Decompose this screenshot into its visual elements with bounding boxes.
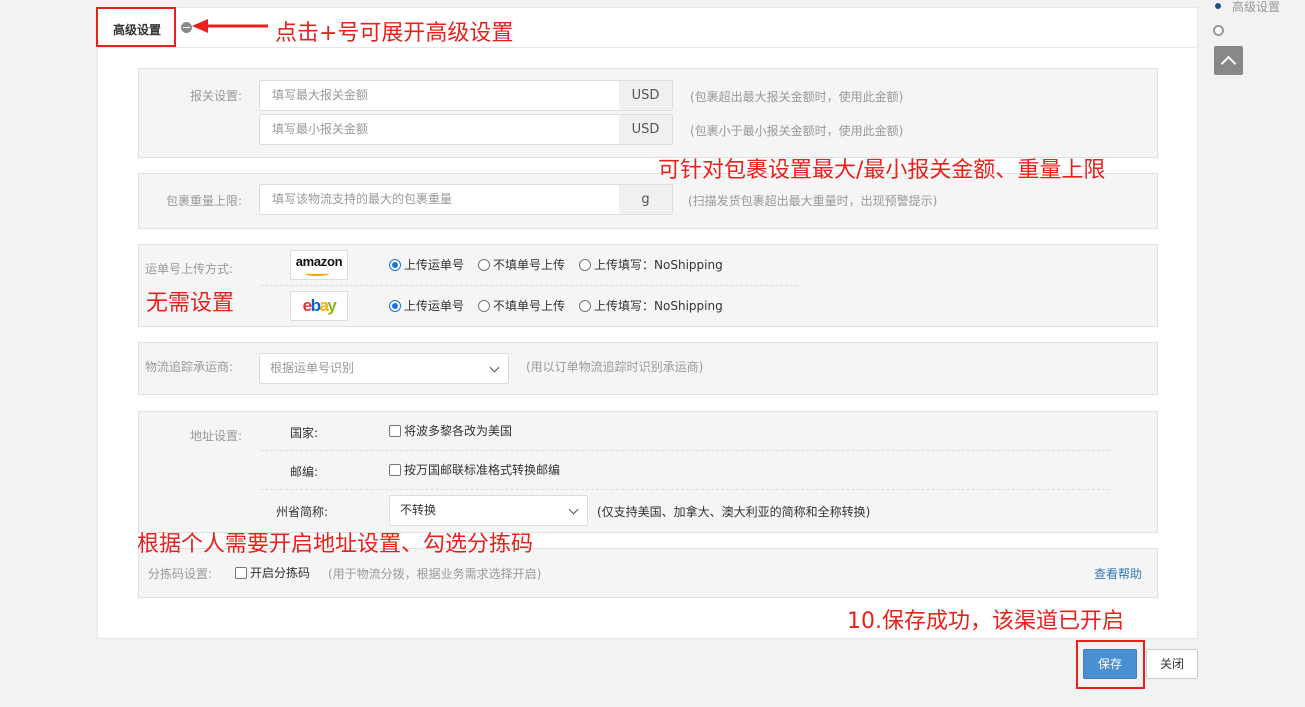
annotation-no-setup: 无需设置 [146,291,235,316]
weight-label: 包裹重量上限: [165,194,242,208]
min-currency-addon: USD [619,114,673,145]
annotation-saved: 10.保存成功，该渠道已开启 [847,609,1124,634]
amazon-logo: amazon [290,250,348,280]
state-select-value: 不转换 [400,503,437,517]
weight-hint: (扫描发货包裹超出最大重量时，出现预警提示) [688,194,938,208]
nav-dot-active [1215,3,1221,9]
state-select[interactable]: 不转换 [389,495,588,526]
option-label: 上传运单号 [404,258,465,272]
carrier-select-value: 根据运单号识别 [270,361,355,375]
weight-unit-addon: g [619,184,673,215]
upload-divider [260,285,798,286]
arrow-left-icon [192,19,268,33]
max-currency-addon: USD [619,80,673,111]
ebay-option-upload[interactable]: 上传运单号 [389,297,464,314]
annotation-expand: 点击+号可展开高级设置 [275,21,514,46]
option-label: 不填单号上传 [493,299,566,313]
radio-icon-selected[interactable] [389,299,401,312]
max-declare-hint: (包裹超出最大报关金额时，使用此金额) [690,90,904,104]
weight-input[interactable]: 填写该物流支持的最大的包裹重量 [259,184,620,215]
annotation-address: 根据个人需要开启地址设置、勾选分拣码 [137,532,534,557]
ebay-logo: ebay [290,291,348,321]
declare-label: 报关设置: [189,89,242,103]
state-hint: (仅支持美国、加拿大、澳大利亚的简称和全称转换) [597,505,871,519]
address-divider [260,489,1110,490]
radio-icon[interactable] [579,299,592,312]
amazon-option-noshipping[interactable]: 上传填写：NoShipping [579,256,723,273]
amazon-wordmark: amazon [295,254,343,269]
sorting-label: 分拣码设置: [148,567,213,581]
save-highlight-box [1076,640,1145,689]
postcode-label: 邮编: [290,465,319,479]
radio-icon-selected[interactable] [389,258,401,271]
amazon-option-no-number[interactable]: 不填单号上传 [478,256,565,273]
chevron-down-icon [489,362,500,373]
ebay-option-no-number[interactable]: 不填单号上传 [478,297,565,314]
min-declare-hint: (包裹小于最小报关金额时，使用此金额) [690,124,904,138]
address-divider [260,450,1110,451]
amazon-smile-icon [305,271,329,276]
checkbox-icon[interactable] [389,463,401,476]
carrier-hint: (用以订单物流追踪时识别承运商) [526,360,704,374]
ebay-option-noshipping[interactable]: 上传填写：NoShipping [579,297,723,314]
upload-label: 运单号上传方式: [145,262,234,276]
option-label: 不填单号上传 [493,258,566,272]
amazon-option-upload[interactable]: 上传运单号 [389,256,464,273]
nav-item-advanced[interactable]: 高级设置 [1232,0,1280,15]
collapse-toggle-icon[interactable] [181,22,192,33]
min-declare-input[interactable]: 填写最小报关金额 [259,114,620,145]
sorting-hint: (用于物流分拨，根据业务需求选择开启) [328,567,542,581]
radio-icon[interactable] [478,258,491,271]
scroll-top-icon[interactable] [1214,46,1243,75]
radio-icon[interactable] [478,299,491,312]
carrier-label: 物流追踪承运商: [145,360,234,374]
country-label: 国家: [290,426,319,440]
help-link[interactable]: 查看帮助 [1094,565,1142,582]
checkbox-icon[interactable] [235,566,247,579]
chevron-down-icon [568,504,579,515]
amazon-upload-options: 上传运单号 不填单号上传 上传填写：NoShipping [389,256,737,273]
option-label: 上传填写：NoShipping [594,299,723,313]
option-label: 将波多黎各改为美国 [404,424,513,438]
option-label: 上传填写：NoShipping [594,258,723,272]
state-label: 州省简称: [276,505,329,519]
sorting-option[interactable]: 开启分拣码 [235,564,310,581]
annotation-declare-weight: 可针对包裹设置最大/最小报关金额、重量上限 [658,158,1106,183]
address-label: 地址设置: [189,429,242,443]
ebay-wordmark: ebay [302,296,337,315]
option-label: 上传运单号 [404,299,465,313]
ebay-upload-options: 上传运单号 不填单号上传 上传填写：NoShipping [389,297,737,314]
postcode-option[interactable]: 按万国邮联标准格式转换邮编 [389,461,560,478]
country-option[interactable]: 将波多黎各改为美国 [389,422,512,439]
max-declare-input[interactable]: 填写最大报关金额 [259,80,620,111]
checkbox-icon[interactable] [389,424,401,437]
radio-icon[interactable] [579,258,592,271]
nav-dot[interactable] [1213,25,1224,36]
title-highlight-box [96,7,176,47]
option-label: 按万国邮联标准格式转换邮编 [404,463,561,477]
close-button[interactable]: 关闭 [1146,649,1198,679]
carrier-select[interactable]: 根据运单号识别 [259,353,509,384]
option-label: 开启分拣码 [250,566,311,580]
